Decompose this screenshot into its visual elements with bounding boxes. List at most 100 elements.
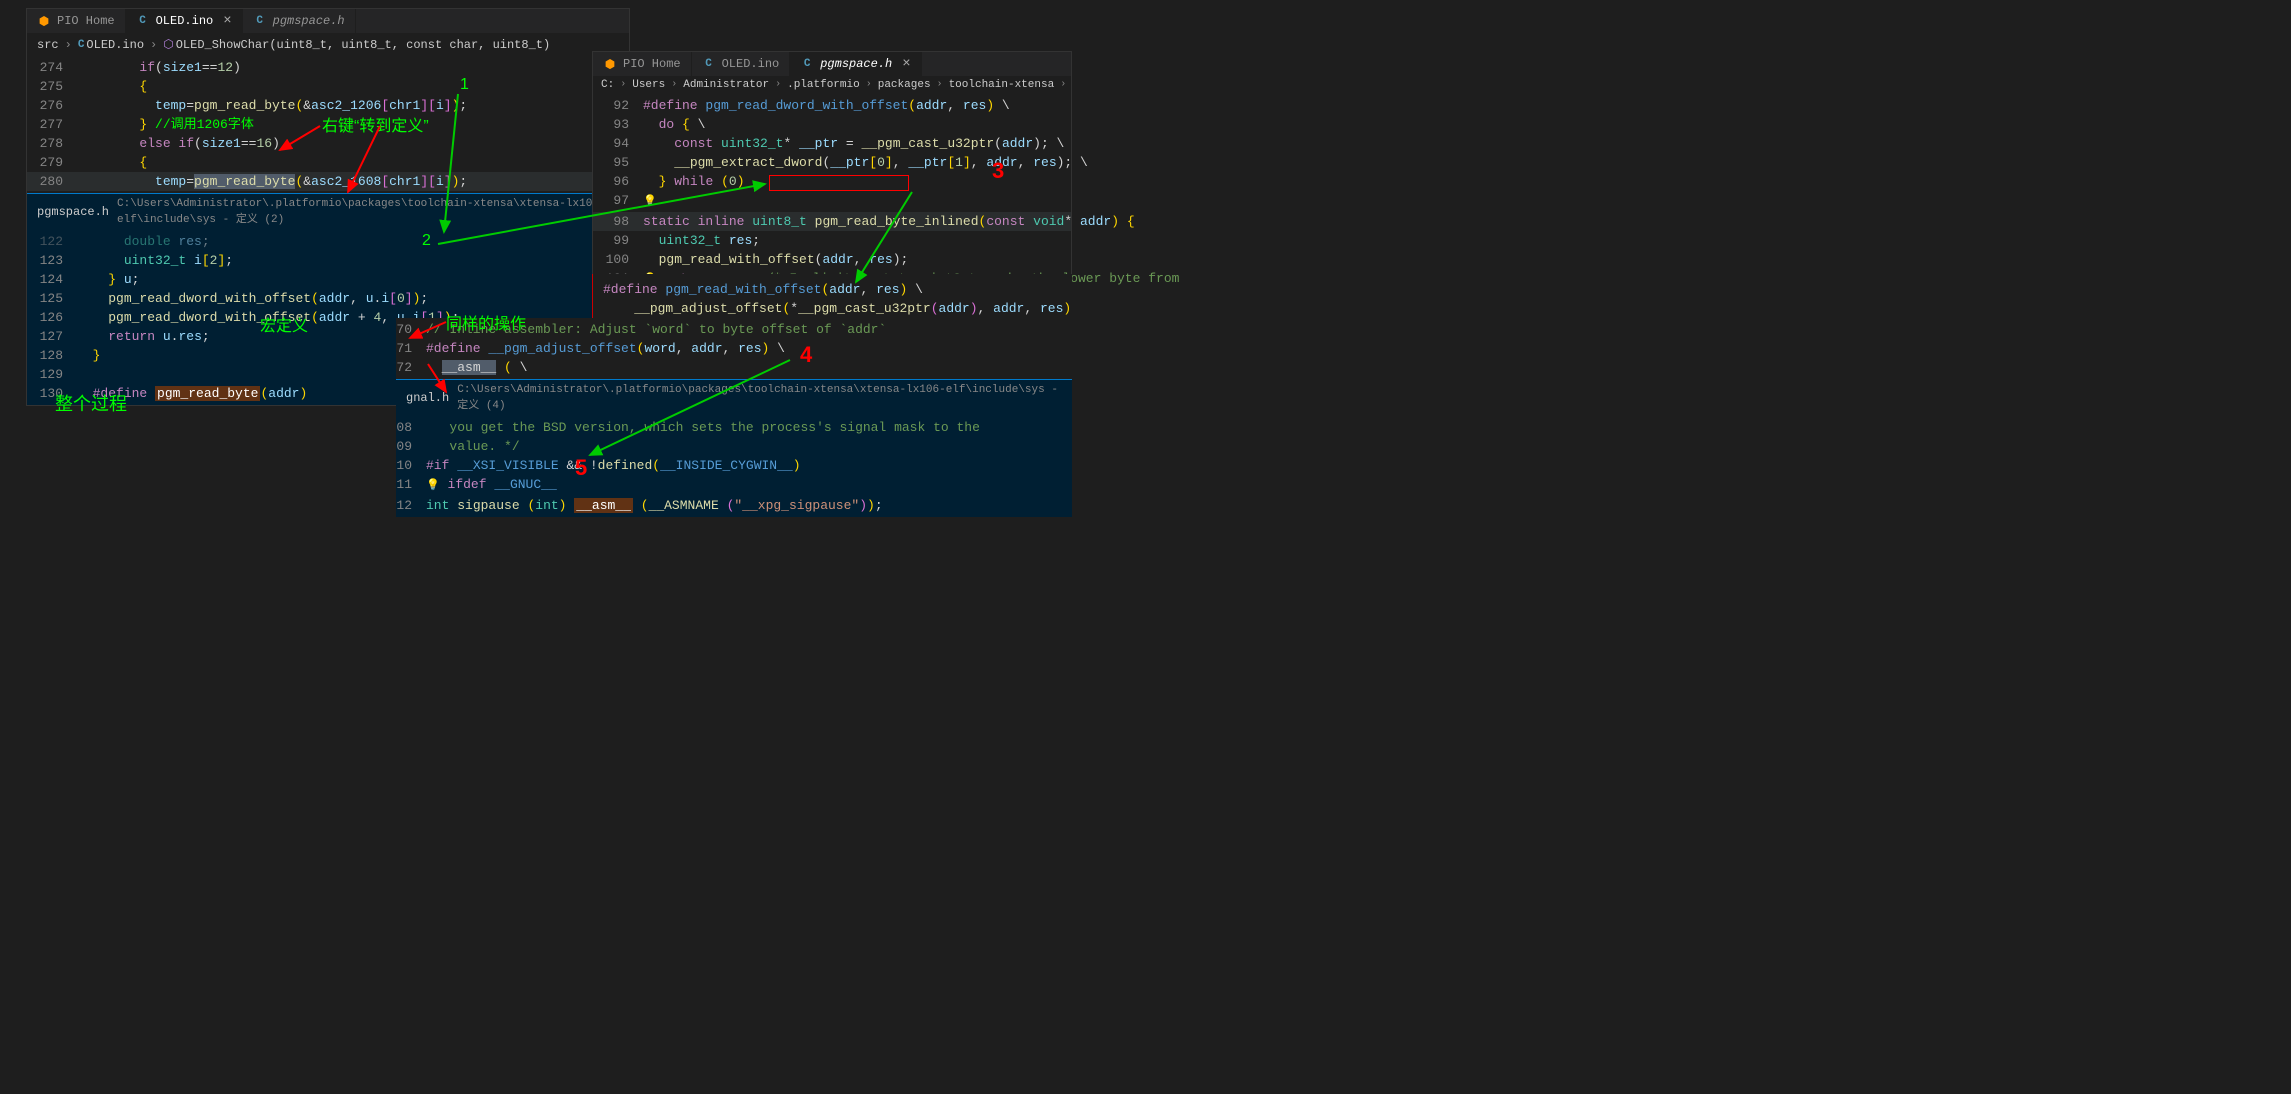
code-text: } while (0) — [643, 172, 745, 191]
lineno: 124 — [27, 270, 77, 289]
tab-oled-ino[interactable]: C OLED.ino × — [126, 9, 243, 33]
lightbulb-icon[interactable]: 💡 — [426, 480, 440, 492]
lineno: 92 — [593, 96, 643, 115]
peek-header[interactable]: pgmspace.h C:\Users\Administrator\.platf… — [27, 194, 629, 230]
code-text: __asm__ ( \ — [426, 358, 527, 377]
code-text: #if __XSI_VISIBLE && !defined(__INSIDE_C… — [426, 456, 801, 475]
code-text: { — [77, 77, 147, 96]
bc-item: toolchain-xtensa — [949, 79, 1055, 91]
lineno: 70 — [396, 320, 426, 339]
tab-pgmspace[interactable]: Cpgmspace.h × — [790, 52, 921, 76]
code-text: value. */ — [426, 437, 520, 456]
lineno: 98 — [593, 212, 643, 231]
code-text: return u.res; — [77, 327, 210, 346]
lineno: 99 — [593, 231, 643, 250]
lineno: 279 — [27, 153, 77, 172]
tab-oled-ino[interactable]: COLED.ino — [692, 52, 791, 76]
lineno: 128 — [27, 346, 77, 365]
lineno: 10 — [396, 456, 426, 475]
editor-panel-2: ⬢ PIO Home COLED.ino Cpgmspace.h × C: › Use… — [592, 51, 1072, 312]
code-text: 💡 ifdef __GNUC__ — [426, 475, 557, 496]
code-text: } — [77, 346, 100, 365]
code-text: temp=pgm_read_byte(&asc2_1206[chr1][i]); — [77, 96, 467, 115]
breadcrumb-2[interactable]: C: › Users › Administrator › .platformio › p… — [593, 76, 1071, 94]
code-text: #define __pgm_adjust_offset(word, addr, … — [426, 339, 785, 358]
code-text: uint32_t res; — [643, 231, 760, 250]
code-text: pgm_read_with_offset(addr, res); — [643, 250, 908, 269]
tabbar-2: ⬢ PIO Home COLED.ino Cpgmspace.h × — [593, 52, 1071, 76]
lineno: 277 — [27, 115, 77, 134]
c-icon: C — [253, 14, 267, 28]
tab-pgmspace[interactable]: C pgmspace.h — [243, 9, 356, 33]
method-icon: ⬡ — [163, 37, 173, 52]
code-text: #define pgm_read_with_offset(addr, res) … — [603, 280, 923, 299]
tab-label: pgmspace.h — [820, 57, 892, 71]
lightbulb-icon[interactable]: 💡 — [643, 196, 657, 208]
bc-item: Users — [632, 79, 665, 91]
lineno: 278 — [27, 134, 77, 153]
pio-icon: ⬢ — [603, 57, 617, 71]
code-text: if(size1==12) — [77, 58, 241, 77]
code-area-4[interactable]: 70// Inline assembler: Adjust `word` to … — [396, 318, 1072, 379]
lineno: 72 — [396, 358, 426, 377]
editor-panel-4: 70// Inline assembler: Adjust `word` to … — [396, 318, 1072, 517]
bc-item: packages — [878, 79, 931, 91]
code-text: } //调用1206字体 — [77, 115, 254, 134]
code-area-3[interactable]: #define pgm_read_with_offset(addr, res) … — [593, 274, 1072, 324]
bc-item: C: — [601, 79, 614, 91]
breadcrumb[interactable]: src › C OLED.ino › ⬡ OLED_ShowChar(uint8… — [27, 33, 629, 56]
lineno: 122 — [27, 232, 77, 251]
peek-code-2[interactable]: 08 you get the BSD version, which sets t… — [396, 416, 1072, 517]
code-text: double res; — [77, 232, 210, 251]
code-area-1[interactable]: 274 if(size1==12) 275 { 276 temp=pgm_rea… — [27, 56, 629, 193]
chevron-right-icon: › — [866, 79, 872, 91]
peek-file: pgmspace.h — [37, 205, 109, 219]
code-text: static inline uint8_t pgm_read_byte_inli… — [643, 212, 1135, 231]
bc-src: src — [37, 38, 59, 52]
tab-pio-home[interactable]: ⬢ PIO Home — [593, 52, 692, 76]
lineno: 274 — [27, 58, 77, 77]
close-icon[interactable]: × — [902, 56, 910, 72]
lineno: 129 — [27, 365, 77, 384]
lineno: 71 — [396, 339, 426, 358]
tab-label: PIO Home — [57, 14, 115, 28]
chevron-right-icon: › — [65, 38, 72, 52]
lineno: 276 — [27, 96, 77, 115]
tab-label: OLED.ino — [722, 57, 780, 71]
lineno: 94 — [593, 134, 643, 153]
code-text: } u; — [77, 270, 139, 289]
bc-item: Administrator — [683, 79, 769, 91]
chevron-right-icon: › — [671, 79, 677, 91]
code-text: const uint32_t* __ptr = __pgm_cast_u32pt… — [643, 134, 1064, 153]
editor-panel-3: #define pgm_read_with_offset(addr, res) … — [592, 274, 1072, 324]
tab-label: OLED.ino — [156, 14, 214, 28]
tab-label: PIO Home — [623, 57, 681, 71]
code-text: #define pgm_read_byte(addr) — [77, 384, 307, 403]
peek-header[interactable]: gnal.h C:\Users\Administrator\.platformi… — [396, 380, 1072, 416]
c-icon: C — [78, 39, 85, 51]
code-text: uint32_t i[2]; — [77, 251, 233, 270]
lineno: 09 — [396, 437, 426, 456]
code-text: // Inline assembler: Adjust `word` to by… — [426, 320, 886, 339]
c-icon: C — [136, 14, 150, 28]
lineno: 127 — [27, 327, 77, 346]
tabbar-1: ⬢ PIO Home C OLED.ino × C pgmspace.h — [27, 9, 629, 33]
chevron-right-icon: › — [1060, 79, 1066, 91]
lineno: 126 — [27, 308, 77, 327]
c-icon: C — [800, 57, 814, 71]
lineno: 12 — [396, 496, 426, 515]
code-text: pgm_read_dword_with_offset(addr, u.i[0])… — [77, 289, 428, 308]
bc-func: OLED_ShowChar(uint8_t, uint8_t, const ch… — [176, 38, 550, 52]
bc-file: OLED.ino — [86, 38, 144, 52]
code-text: else if(size1==16) — [77, 134, 280, 153]
code-text: __pgm_extract_dword(__ptr[0], __ptr[1], … — [643, 153, 1088, 172]
tab-pio-home[interactable]: ⬢ PIO Home — [27, 9, 126, 33]
chevron-right-icon: › — [937, 79, 943, 91]
peek-definition-2: gnal.h C:\Users\Administrator\.platformi… — [396, 379, 1072, 517]
bc-item: .platformio — [787, 79, 860, 91]
code-text: do { \ — [643, 115, 705, 134]
lineno: 100 — [593, 250, 643, 269]
close-icon[interactable]: × — [223, 13, 231, 29]
pio-icon: ⬢ — [37, 14, 51, 28]
lineno: 08 — [396, 418, 426, 437]
